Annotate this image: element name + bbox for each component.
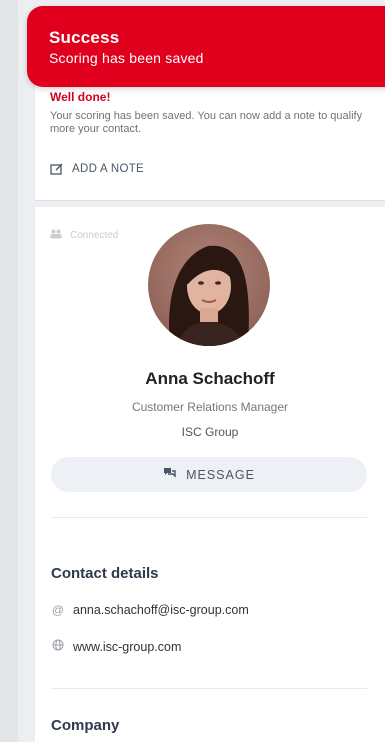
email-row[interactable]: @ anna.schachoff@isc-group.com (51, 603, 249, 617)
add-note-label: ADD A NOTE (72, 163, 145, 175)
toast-message: Scoring has been saved (49, 50, 204, 66)
contact-profile-panel: Connected Anna Schachoff Customer Relati… (35, 207, 385, 742)
contact-details-title: Contact details (51, 565, 159, 582)
at-icon: @ (51, 603, 65, 617)
globe-icon (51, 639, 65, 654)
scoring-info-text: Your scoring has been saved. You can now… (50, 110, 363, 135)
divider (51, 688, 367, 689)
website-value[interactable]: www.isc-group.com (73, 640, 181, 654)
connected-label: Connected (70, 230, 119, 241)
well-done-heading: Well done! (50, 90, 111, 104)
success-toast[interactable]: Success Scoring has been saved (27, 6, 385, 87)
chat-icon (163, 467, 176, 482)
toast-title: Success (49, 28, 120, 47)
contact-company: ISC Group (181, 425, 239, 439)
contact-name: Anna Schachoff (145, 369, 275, 388)
message-button-label: MESSAGE (186, 467, 255, 482)
divider (51, 517, 367, 518)
email-value[interactable]: anna.schachoff@isc-group.com (73, 603, 249, 617)
add-note-button[interactable]: ADD A NOTE (50, 163, 144, 175)
note-edit-icon (50, 163, 64, 175)
avatar (148, 224, 270, 346)
connected-status: Connected (50, 229, 118, 242)
message-button[interactable]: MESSAGE (51, 457, 367, 492)
contact-role: Customer Relations Manager (131, 400, 289, 414)
people-icon (50, 229, 62, 242)
left-panel-edge (0, 0, 18, 742)
website-row[interactable]: www.isc-group.com (51, 639, 181, 654)
company-section-title: Company (51, 717, 120, 734)
